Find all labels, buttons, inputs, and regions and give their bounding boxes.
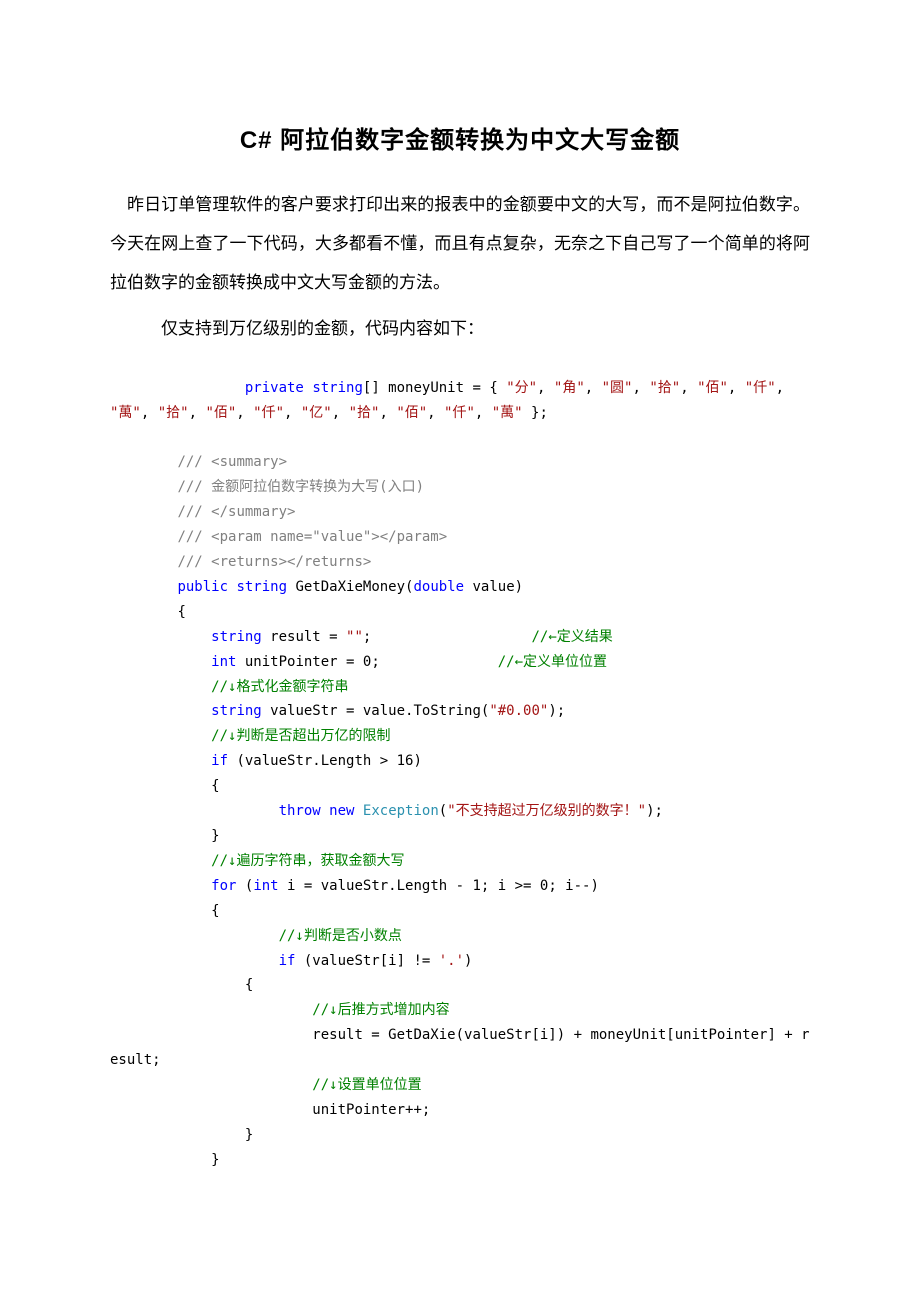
code-block: private string[] moneyUnit = { "分", "角",… <box>110 376 810 1173</box>
subnote-paragraph: 仅支持到万亿级别的金额，代码内容如下： <box>110 310 810 347</box>
intro-paragraph: 昨日订单管理软件的客户要求打印出来的报表中的金额要中文的大写，而不是阿拉伯数字。… <box>110 185 810 302</box>
page-title: C# 阿拉伯数字金额转换为中文大写金额 <box>110 120 810 155</box>
document-page: C# 阿拉伯数字金额转换为中文大写金额 昨日订单管理软件的客户要求打印出来的报表… <box>0 0 920 1302</box>
